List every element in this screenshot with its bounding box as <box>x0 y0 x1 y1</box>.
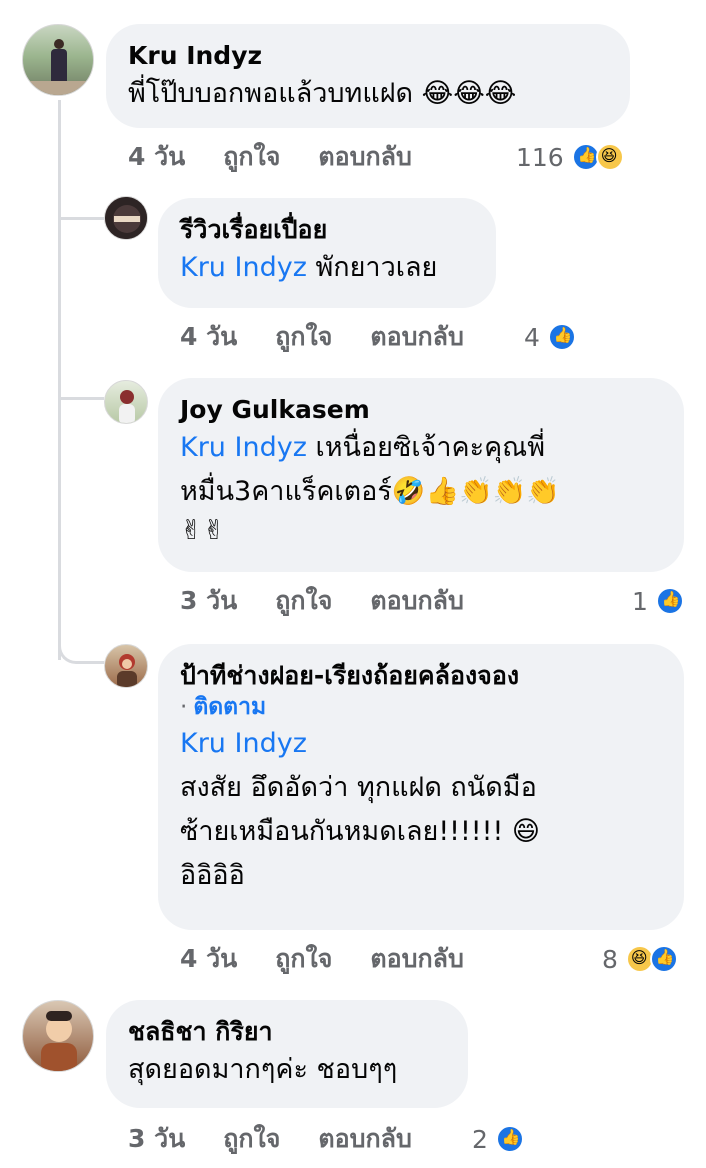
comment-author[interactable]: รีวิวเรื่อยเปื่อย <box>180 214 474 246</box>
comment-author[interactable]: Kru Indyz <box>128 40 608 72</box>
avatar[interactable] <box>22 24 94 96</box>
avatar-photo-icon <box>41 1011 77 1071</box>
like-button[interactable]: ถูกใจ <box>223 137 280 177</box>
mention-link[interactable]: Kru Indyz <box>180 432 307 463</box>
comment-bubble: Kru Indyz พี่โป๊บบอกพอแล้วบทแฝด 😂😂😂 <box>106 24 630 128</box>
thread-connector <box>58 360 104 400</box>
comment-text: Kru Indyz พักยาวเลย <box>180 246 474 290</box>
avatar[interactable] <box>104 644 148 688</box>
avatar[interactable] <box>104 196 148 240</box>
comment-time[interactable]: 4 วัน <box>180 317 237 357</box>
follow-button[interactable]: ติดตาม <box>193 694 266 720</box>
comment-bubble: ชลธิชา กิริยา สุดยอดมากๆค่ะ ชอบๆๆ <box>106 1000 468 1108</box>
comment-text-line: ✌✌ <box>180 515 226 546</box>
thread-connector <box>58 620 104 664</box>
reply-button[interactable]: ตอบกลับ <box>370 581 463 621</box>
mention-link[interactable]: Kru Indyz <box>180 722 662 766</box>
like-icon <box>655 587 684 615</box>
reply-button[interactable]: ตอบกลับ <box>370 317 463 357</box>
like-button[interactable]: ถูกใจ <box>275 581 332 621</box>
like-icon <box>649 945 678 973</box>
like-button[interactable]: ถูกใจ <box>275 939 332 979</box>
comment-author[interactable]: Joy Gulkasem <box>180 394 662 426</box>
comment-time[interactable]: 4 วัน <box>180 939 237 979</box>
mention-link[interactable]: Kru Indyz <box>180 252 307 283</box>
avatar-photo-icon <box>23 39 93 95</box>
comment-actions: 4 วัน ถูกใจ ตอบกลับ <box>128 140 412 174</box>
comment-text: พี่โป๊บบอกพอแล้วบทแฝด 😂😂😂 <box>128 78 517 109</box>
comment-text-body: พักยาวเลย <box>315 252 438 283</box>
reaction-summary[interactable]: 116 <box>516 140 624 174</box>
avatar[interactable] <box>104 380 148 424</box>
reaction-count: 4 <box>524 322 540 352</box>
reaction-count: 116 <box>516 142 564 172</box>
reaction-count: 8 <box>602 944 618 974</box>
comment-actions: 4 วัน ถูกใจ ตอบกลับ <box>180 942 464 976</box>
comment-text: สุดยอดมากๆค่ะ ชอบๆๆ <box>128 1054 398 1085</box>
follow-line: · ติดตาม <box>180 692 662 722</box>
reply-button[interactable]: ตอบกลับ <box>318 137 411 177</box>
haha-icon <box>595 143 624 171</box>
like-icon <box>547 323 576 351</box>
comment-text-line: ซ้ายเหมือนกันหมดเลย!!!!!! 😄 <box>180 816 541 847</box>
reaction-count: 1 <box>632 586 648 616</box>
comment-text-line: สงสัย อึดอัดว่า ทุกแฝด ถนัดมือ <box>180 772 537 803</box>
comment-bubble: ป้าทีช่างฝอย-เรียงถ้อยคล้องจอง · ติดตาม K… <box>158 644 684 930</box>
comment-author[interactable]: ป้าทีช่างฝอย-เรียงถ้อยคล้องจอง <box>180 660 662 692</box>
comment-text-body: เหนื่อยซิเจ้าคะคุณพี่ <box>315 432 545 463</box>
comment-text-line: อิอิอิอิ <box>180 860 245 891</box>
reaction-count: 2 <box>472 1124 488 1154</box>
reply-button[interactable]: ตอบกลับ <box>318 1119 411 1159</box>
avatar[interactable] <box>22 1000 94 1072</box>
comment-bubble: รีวิวเรื่อยเปื่อย Kru Indyz พักยาวเลย <box>158 198 496 308</box>
comment-text-line: หมื่น3คาแร็คเตอร์🤣👍👏👏👏 <box>180 476 560 507</box>
reaction-summary[interactable]: 8 <box>602 942 678 976</box>
avatar-photo-icon <box>117 654 137 687</box>
separator-dot: · <box>180 694 188 720</box>
reaction-summary[interactable]: 1 <box>632 584 684 618</box>
reaction-summary[interactable]: 2 <box>472 1122 524 1156</box>
comment-author[interactable]: ชลธิชา กิริยา <box>128 1016 446 1048</box>
comment-time[interactable]: 4 วัน <box>128 137 185 177</box>
comment-time[interactable]: 3 วัน <box>180 581 237 621</box>
comment-bubble: Joy Gulkasem Kru Indyz เหนื่อยซิเจ้าคะคุ… <box>158 378 684 572</box>
comment-text: Kru Indyz เหนื่อยซิเจ้าคะคุณพี่ <box>180 426 662 470</box>
reply-button[interactable]: ตอบกลับ <box>370 939 463 979</box>
like-button[interactable]: ถูกใจ <box>275 317 332 357</box>
page-logo-icon <box>105 197 147 239</box>
like-icon <box>495 1125 524 1153</box>
reaction-summary[interactable]: 4 <box>524 320 576 354</box>
thread-connector <box>58 190 104 220</box>
avatar-photo-icon <box>119 390 135 423</box>
like-button[interactable]: ถูกใจ <box>223 1119 280 1159</box>
comment-actions: 4 วัน ถูกใจ ตอบกลับ <box>180 320 464 354</box>
comment-actions: 3 วัน ถูกใจ ตอบกลับ <box>128 1122 412 1156</box>
comment-actions: 3 วัน ถูกใจ ตอบกลับ <box>180 584 464 618</box>
comment-time[interactable]: 3 วัน <box>128 1119 185 1159</box>
